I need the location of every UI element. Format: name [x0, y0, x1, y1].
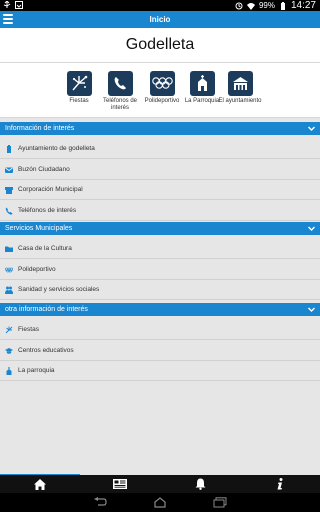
- list-item[interactable]: Corporación Municipal: [0, 180, 320, 200]
- nav-notifications[interactable]: [160, 475, 240, 493]
- section-header-servicios[interactable]: Servicios Municipales: [0, 222, 320, 235]
- town-header: Godelleta: [0, 28, 320, 62]
- page-title: Inicio: [149, 15, 171, 24]
- list-item-label: Polideportivo: [18, 266, 56, 273]
- section-title: Servicios Municipales: [5, 225, 73, 232]
- quick-link-ayuntamiento[interactable]: El ayuntamiento: [218, 71, 262, 105]
- town-hall-icon: [232, 77, 248, 90]
- fireworks-icon: [5, 326, 13, 334]
- section-title: otra información de interés: [5, 306, 88, 313]
- list-item-label: Buzón Ciudadano: [18, 166, 70, 173]
- app-bar: Inicio: [0, 11, 320, 28]
- battery-icon: [280, 1, 285, 10]
- list-item[interactable]: Casa de la Cultura: [0, 239, 320, 259]
- list-item-label: Teléfonos de interés: [18, 207, 77, 214]
- chevron-down-icon: [308, 226, 315, 231]
- nav-info[interactable]: [240, 475, 320, 493]
- quick-link-label: Fiestas: [69, 98, 89, 104]
- phone-icon: [5, 207, 13, 215]
- list-item-label: Ayuntamiento de godelleta: [18, 145, 95, 152]
- quick-link-fiestas[interactable]: Fiestas: [57, 71, 101, 105]
- quick-link-polideportivo[interactable]: Polideportivo: [140, 71, 184, 105]
- back-icon[interactable]: [93, 497, 107, 508]
- list-item-label: Sanidad y servicios sociales: [18, 286, 100, 293]
- phone-icon: [114, 77, 126, 90]
- building-icon: [7, 145, 11, 153]
- group-icon: [5, 187, 13, 194]
- list-item[interactable]: Buzón Ciudadano: [0, 160, 320, 180]
- list-item[interactable]: Polideportivo: [0, 260, 320, 280]
- list-item-label: Fiestas: [18, 326, 39, 333]
- list-item[interactable]: Teléfonos de interés: [0, 201, 320, 221]
- bell-icon: [195, 478, 205, 490]
- list-item-label: La parroquia: [18, 367, 55, 374]
- battery-percent: 99%: [258, 1, 275, 10]
- folder-icon: [5, 246, 13, 252]
- list-item[interactable]: Sanidad y servicios sociales: [0, 280, 320, 300]
- alarm-icon: [235, 2, 243, 9]
- list-item-label: Centros educativos: [18, 347, 74, 354]
- list-item[interactable]: Fiestas: [0, 320, 320, 340]
- home-icon: [34, 478, 46, 490]
- quick-link-label: El ayuntamiento: [218, 98, 262, 104]
- quick-link-label: Polideportivo: [144, 98, 180, 104]
- bottom-nav: [0, 475, 320, 493]
- recent-apps-icon[interactable]: [213, 497, 227, 508]
- list-item[interactable]: Ayuntamiento de godelleta: [0, 139, 320, 159]
- wifi-icon: [246, 2, 255, 10]
- chevron-down-icon: [308, 126, 315, 131]
- download-icon: [15, 1, 23, 9]
- mailbox-icon: [5, 167, 13, 173]
- status-bar: 99% 14:27: [0, 0, 320, 11]
- olympic-rings-icon: [5, 267, 13, 273]
- people-icon: [5, 286, 13, 294]
- olympic-rings-icon: [151, 77, 173, 89]
- fireworks-icon: [71, 75, 87, 91]
- church-icon: [6, 367, 12, 375]
- section-header-informacion[interactable]: Información de interés: [0, 122, 320, 135]
- nav-home[interactable]: [0, 475, 80, 493]
- usb-icon: [3, 1, 11, 8]
- section-header-otra-informacion[interactable]: otra información de interés: [0, 303, 320, 316]
- section-title: Información de interés: [5, 125, 75, 132]
- chevron-down-icon: [308, 307, 315, 312]
- list-item-label: Corporación Municipal: [18, 186, 83, 193]
- quick-links: Fiestas Teléfonos de interés Polideporti…: [0, 62, 320, 118]
- quick-link-telefonos[interactable]: Teléfonos de interés: [98, 71, 142, 112]
- system-nav-bar: [0, 493, 320, 512]
- list-item-label: Casa de la Cultura: [18, 245, 72, 252]
- clock: 14:27: [290, 0, 316, 11]
- list-item[interactable]: La parroquia: [0, 361, 320, 381]
- quick-link-label: Teléfonos de interés: [102, 98, 138, 111]
- list-item[interactable]: Centros educativos: [0, 341, 320, 361]
- nav-news[interactable]: [80, 475, 160, 493]
- graduation-cap-icon: [5, 348, 13, 354]
- news-icon: [113, 479, 127, 489]
- church-icon: [197, 75, 207, 91]
- town-title: Godelleta: [125, 36, 195, 53]
- info-icon: [277, 478, 283, 490]
- home-button-icon[interactable]: [153, 497, 167, 508]
